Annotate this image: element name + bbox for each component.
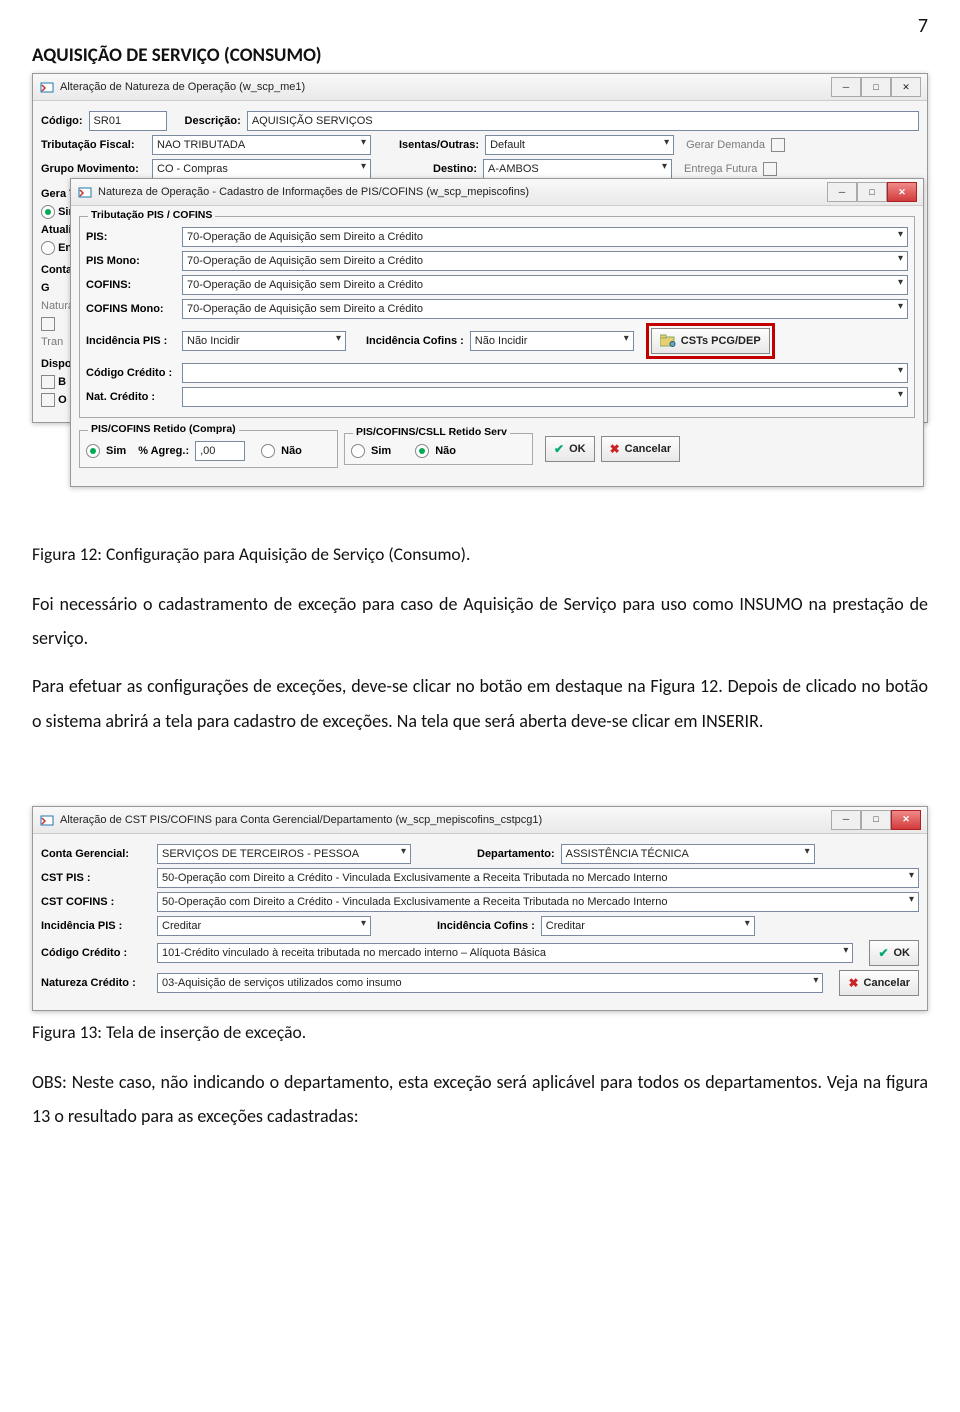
select-isentas[interactable]: Default [485,135,674,155]
window-alteracao-cst: Alteração de CST PIS/COFINS para Conta G… [32,806,928,1011]
group-retido-compra: PIS/COFINS Retido (Compra) Sim % Agreg.:… [79,430,338,468]
checkbox-tran[interactable] [41,317,55,331]
paragraph-intro: Foi necessário o cadastramento de exceçã… [32,587,928,655]
minimize-button[interactable]: ─ [831,77,861,97]
label-grupo: Grupo Movimento: [41,163,146,175]
label-isentas: Isentas/Outras: [399,139,479,151]
radio-retido-serv-nao[interactable] [415,444,429,458]
label-codigo-credito: Código Crédito : [86,367,176,379]
cancel-icon: ✖ [848,976,858,990]
cancel-icon: ✖ [610,442,620,456]
label-pis: PIS: [86,231,176,243]
group-retido-serv: PIS/COFINS/CSLL Retido Serv Sim Não [344,433,533,465]
radio-sim[interactable] [41,205,55,219]
titlebar-cst: Alteração de CST PIS/COFINS para Conta G… [33,807,927,834]
select-cst-cofins[interactable]: 50-Operação com Direito a Crédito - Vinc… [157,892,919,912]
select-incidencia-cofins[interactable]: Não Incidir [470,331,634,351]
select-cofins-mono[interactable]: 70-Operação de Aquisição sem Direito a C… [182,299,908,319]
check-icon: ✔ [554,442,564,456]
figure-13-screenshot: Alteração de CST PIS/COFINS para Conta G… [32,806,928,1011]
window-icon [39,812,54,827]
input-agreg[interactable]: ,00 [195,441,245,461]
label-departamento: Departamento: [477,848,555,860]
title-text: Alteração de Natureza de Operação (w_scp… [60,81,305,93]
label-cofins: COFINS: [86,279,176,291]
check-icon: ✔ [878,946,888,960]
select-pis[interactable]: 70-Operação de Aquisição sem Direito a C… [182,227,908,247]
folder-icon [660,334,676,348]
select-departamento[interactable]: ASSISTÊNCIA TÉCNICA [561,844,815,864]
label-nat-credito: Nat. Crédito : [86,391,176,403]
csts-pcg-dep-button[interactable]: CSTs PCG/DEP [651,328,770,354]
select-pis-mono[interactable]: 70-Operação de Aquisição sem Direito a C… [182,251,908,271]
label-pis-mono: PIS Mono: [86,255,176,267]
page-number: 7 [32,14,928,38]
label-incidencia-cofins: Incidência Cofins : [366,335,464,347]
maximize-button[interactable]: □ [861,810,891,830]
label-entrega-futura: Entrega Futura [684,163,757,175]
paragraph-instrucoes: Para efetuar as configurações de exceçõe… [32,669,928,737]
label-gerar-demanda: Gerar Demanda [686,139,765,151]
select-cofins[interactable]: 70-Operação de Aquisição sem Direito a C… [182,275,908,295]
select-incidencia-pis-2[interactable]: Creditar [157,916,371,936]
group-tributacao-pis-cofins: Tributação PIS / COFINS PIS: 70-Operação… [79,216,915,418]
cancel-button[interactable]: ✖ Cancelar [601,436,681,462]
cancel-button-2[interactable]: ✖ Cancelar [839,970,919,996]
window-pis-cofins: Natureza de Operação - Cadastro de Infor… [70,178,924,487]
select-tributacao[interactable]: NAO TRIBUTADA [152,135,371,155]
label-destino: Destino: [433,163,477,175]
select-codigo-credito[interactable] [182,363,908,383]
label-codigo-credito-2: Código Crédito : [41,947,151,959]
title-text: Natureza de Operação - Cadastro de Infor… [98,186,529,198]
ok-button-2[interactable]: ✔ OK [869,940,919,966]
select-conta-gerencial[interactable]: SERVIÇOS DE TERCEIROS - PESSOA [157,844,411,864]
select-incidencia-cofins-2[interactable]: Creditar [541,916,755,936]
select-grupo[interactable]: CO - Compras [152,159,371,179]
checkbox-gerar-demanda[interactable] [771,138,785,152]
select-nat-credito[interactable] [182,387,908,407]
input-descricao[interactable]: AQUISIÇÃO SERVIÇOS [247,111,919,131]
label-incidencia-pis: Incidência PIS : [41,920,151,932]
titlebar-back: Alteração de Natureza de Operação (w_scp… [33,74,927,101]
radio-retido-serv-sim[interactable] [351,444,365,458]
input-codigo[interactable]: SR01 [89,111,167,131]
label-conta-gerencial: Conta Gerencial: [41,848,151,860]
select-codigo-credito-2[interactable]: 101-Crédito vinculado à receita tributad… [157,943,853,963]
figure-12-screenshot: Alteração de Natureza de Operação (w_scp… [32,73,928,533]
label-cst-pis: CST PIS : [41,872,151,884]
title-text: Alteração de CST PIS/COFINS para Conta G… [60,814,542,826]
label-cofins-mono: COFINS Mono: [86,303,176,315]
figure-12-caption: Figura 12: Configuração para Aquisição d… [32,543,928,565]
titlebar-front: Natureza de Operação - Cadastro de Infor… [71,179,923,206]
checkbox-entrega-futura[interactable] [763,162,777,176]
select-cst-pis[interactable]: 50-Operação com Direito a Crédito - Vinc… [157,868,919,888]
maximize-button[interactable]: □ [857,182,887,202]
minimize-button[interactable]: ─ [831,810,861,830]
label-incidencia-cofins: Incidência Cofins : [437,920,535,932]
paragraph-obs: OBS: Neste caso, não indicando o departa… [32,1065,928,1133]
select-incidencia-pis[interactable]: Não Incidir [182,331,346,351]
minimize-button[interactable]: ─ [827,182,857,202]
close-button[interactable]: ✕ [887,182,917,202]
section-heading: AQUISIÇÃO DE SERVIÇO (CONSUMO) [32,44,928,67]
window-icon [77,185,92,200]
label-incidencia-pis: Incidência PIS : [86,335,176,347]
label-codigo: Código: [41,115,83,127]
select-natureza-credito[interactable]: 03-Aquisição de serviços utilizados como… [157,973,823,993]
figure-13-caption: Figura 13: Tela de inserção de exceção. [32,1021,928,1043]
close-button[interactable]: ✕ [891,810,921,830]
radio-ent[interactable] [41,241,55,255]
maximize-button[interactable]: □ [861,77,891,97]
radio-retido-compra-sim[interactable] [86,444,100,458]
label-tributacao: Tributação Fiscal: [41,139,146,151]
close-button[interactable]: ✕ [891,77,921,97]
window-icon [39,80,54,95]
highlighted-csts-button-wrapper: CSTs PCG/DEP [646,323,775,359]
select-destino[interactable]: A-AMBOS [483,159,672,179]
label-cst-cofins: CST COFINS : [41,896,151,908]
radio-retido-compra-nao[interactable] [261,444,275,458]
label-descricao: Descrição: [185,115,241,127]
label-natureza-credito: Natureza Crédito : [41,977,151,989]
ok-button[interactable]: ✔ OK [545,436,595,462]
